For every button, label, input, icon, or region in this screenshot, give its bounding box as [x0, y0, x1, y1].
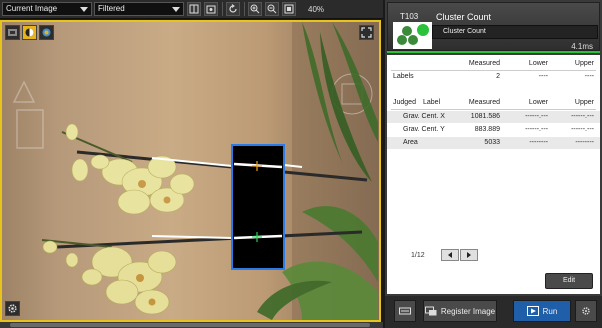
- fit-icon[interactable]: [282, 2, 296, 16]
- camera-icon[interactable]: [5, 25, 20, 40]
- chevron-down-icon: [80, 7, 88, 12]
- column-header: Measured: [468, 99, 500, 106]
- settings-icon[interactable]: [5, 301, 20, 316]
- processing-time: 4.1ms: [571, 42, 593, 51]
- tool-title: Cluster Count: [436, 12, 492, 22]
- display-mode-select[interactable]: Filtered: [94, 2, 184, 16]
- keyboard-button[interactable]: [394, 300, 416, 322]
- column-header: Label: [423, 99, 441, 106]
- row-label: Grav. Cent. X: [403, 113, 445, 120]
- table-header: Judged Label Measured Lower Upper: [387, 97, 600, 109]
- toolbar-divider: [222, 2, 223, 16]
- column-header: Judged: [393, 99, 416, 106]
- scrollbar-thumb[interactable]: [10, 323, 370, 327]
- color-icon[interactable]: [22, 25, 37, 40]
- measured-value: 1081.586: [470, 113, 500, 120]
- column-header: Lower: [528, 99, 548, 106]
- lower-value: --------: [529, 139, 548, 146]
- prev-page-button[interactable]: [441, 249, 459, 261]
- image-source-value: Current Image: [6, 4, 58, 13]
- expand-icon[interactable]: [359, 25, 374, 40]
- image-source-select[interactable]: Current Image: [2, 2, 92, 16]
- row-label: Area: [403, 139, 418, 146]
- arrow-left-icon: [448, 252, 452, 258]
- table-row: Grav. Cent. Y 883.889 ------.--- ------.…: [387, 124, 600, 136]
- table-row: Labels 2 ---- ----: [387, 71, 600, 83]
- measured-value: 2: [496, 73, 500, 80]
- upper-value: ----: [584, 73, 594, 80]
- column-header: Measured: [468, 60, 500, 67]
- image-viewer[interactable]: [0, 20, 381, 322]
- page-indicator: 1/12: [411, 252, 425, 259]
- chevron-down-icon: [172, 7, 180, 12]
- upper-value: ------.---: [571, 113, 594, 120]
- register-image-label: Register Image: [440, 306, 496, 316]
- row-label: Grav. Cent. Y: [403, 126, 445, 133]
- measured-value: 883.889: [474, 126, 500, 133]
- run-settings-button[interactable]: [575, 300, 597, 322]
- lower-value: ----: [538, 73, 548, 80]
- table-row: Area 5033 -------- --------: [387, 137, 600, 149]
- register-image-icon: [424, 306, 437, 316]
- lower-value: ------.---: [525, 113, 548, 120]
- refresh-icon[interactable]: [226, 2, 240, 16]
- zoom-level: 40%: [308, 4, 325, 14]
- results-table: Measured Lower Upper Labels 2 ---- ---- …: [387, 55, 600, 294]
- column-header: Upper: [574, 99, 594, 106]
- run-label: Run: [542, 306, 558, 316]
- keyboard-icon: [399, 307, 411, 315]
- cluster-count-icon: [393, 22, 432, 49]
- display-mode-value: Filtered: [98, 4, 125, 13]
- table-header: Measured Lower Upper: [387, 58, 600, 70]
- circle-mode-icon[interactable]: [39, 25, 54, 40]
- image-info-icon[interactable]: [204, 2, 218, 16]
- play-icon: [526, 306, 539, 316]
- image-toolbar: Current Image Filtered 40%: [0, 0, 383, 19]
- tool-subtitle: Cluster Count: [432, 25, 598, 39]
- judgement-status-bar: [387, 51, 600, 53]
- zoom-out-icon[interactable]: [265, 2, 279, 16]
- run-button[interactable]: Run: [513, 300, 571, 322]
- next-page-button[interactable]: [460, 249, 478, 261]
- pager: 1/12: [387, 249, 600, 263]
- camera-image: [2, 22, 379, 320]
- register-image-button[interactable]: Register Image: [423, 300, 497, 322]
- measured-value: 5033: [484, 139, 500, 146]
- row-label: Labels: [393, 73, 414, 80]
- zoom-in-icon[interactable]: [248, 2, 262, 16]
- column-header: Upper: [574, 60, 594, 67]
- gear-icon: [582, 307, 590, 315]
- upper-value: --------: [575, 139, 594, 146]
- column-header: Lower: [528, 60, 548, 67]
- tool-panel: T103 Cluster Count Cluster Count 4.1ms M…: [385, 0, 602, 328]
- bottom-bar: Register Image Run: [385, 296, 602, 328]
- layout-icon[interactable]: [187, 2, 201, 16]
- arrow-right-icon: [467, 252, 471, 258]
- toolbar-divider: [244, 2, 245, 16]
- tool-id: T103: [400, 12, 419, 21]
- upper-value: ------.---: [571, 126, 594, 133]
- horizontal-scrollbar[interactable]: [0, 322, 383, 328]
- tool-card[interactable]: T103 Cluster Count Cluster Count 4.1ms: [387, 2, 600, 51]
- measurement-region: [231, 144, 285, 270]
- table-row: Grav. Cent. X 1081.586 ------.--- ------…: [387, 111, 600, 123]
- lower-value: ------.---: [525, 126, 548, 133]
- divider: [391, 109, 596, 110]
- edit-button[interactable]: Edit: [545, 273, 593, 289]
